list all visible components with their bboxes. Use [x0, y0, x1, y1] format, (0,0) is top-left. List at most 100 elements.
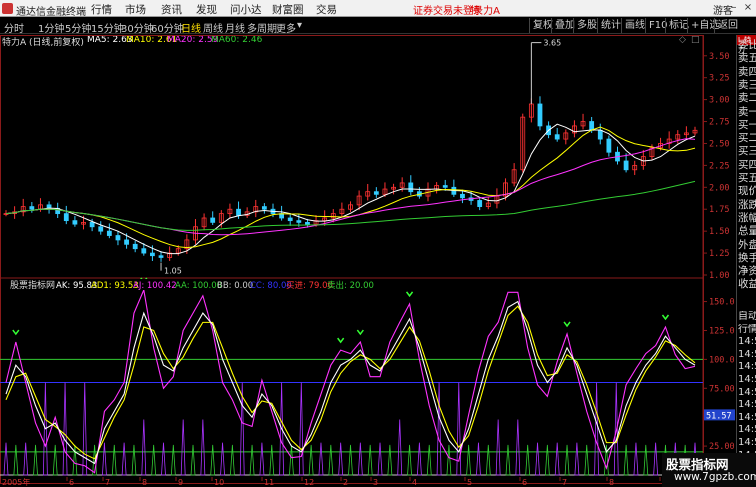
minimize-icon[interactable]: – [728, 2, 740, 14]
current-value-label: 51.57 [706, 411, 732, 421]
candle-body [210, 217, 216, 223]
close-icon[interactable]: × [742, 2, 754, 14]
candle-body [537, 103, 543, 127]
menu-trade[interactable]: 交易 [316, 2, 337, 17]
period-30min[interactable]: 30分钟 [121, 20, 154, 35]
date-axis-label: 7 [562, 478, 567, 487]
quote-field-label: 买一 [738, 118, 756, 131]
candle-body [477, 200, 483, 207]
quote-field-label: 委比 [738, 39, 756, 51]
signal-spike-purple [495, 419, 501, 476]
date-axis-label: 7 [105, 478, 110, 487]
candle-body [72, 220, 78, 225]
signal-spike-green [485, 444, 491, 476]
signal-spike-green [249, 444, 255, 476]
signal-spike-green [407, 444, 412, 476]
signal-spike-green [387, 444, 393, 476]
period-more[interactable]: 更多 [276, 20, 296, 35]
signal-spike-purple [121, 442, 127, 476]
draw-button[interactable]: 画线 [621, 18, 648, 33]
signal-spike-green [466, 444, 472, 476]
signal-spike-purple [338, 442, 344, 476]
quote-field-label: 涨跌 [738, 198, 756, 211]
indicator-header: 股票指标网 AK: 95.83AD1: 93.53AJ: 100.42AA: 10… [1, 279, 701, 291]
menu-wealth[interactable]: 财富圈 [272, 2, 304, 17]
period-5min[interactable]: 5分钟 [65, 20, 91, 35]
ind-axis-label: 100.0 [709, 355, 735, 365]
signal-spike-purple [161, 442, 166, 476]
period-15min[interactable]: 15分钟 [91, 20, 124, 35]
candle-body [63, 213, 69, 222]
signal-spike-purple [62, 382, 68, 476]
price-axis-label: 1.75 [709, 205, 729, 215]
price-axis-label: 1.50 [709, 227, 729, 237]
signal-spike-purple [397, 419, 403, 476]
kline-chart[interactable]: 3.65 1.05 3.50 3.25 3.00 2.75 2.50 2.25 2.00 1.7… [0, 35, 736, 487]
signal-spike-green [269, 444, 275, 476]
signal-spike-purple [298, 382, 304, 476]
date-axis-label: 12 [304, 478, 314, 487]
back-button[interactable]: 返回 [714, 18, 741, 33]
date-axis-label: 3 [373, 478, 378, 487]
quote-field-label: 收益 [738, 278, 756, 291]
candle-body [408, 182, 414, 193]
more-dropdown-icon[interactable]: ▾ [297, 20, 302, 31]
candle-body [287, 217, 293, 222]
period-timeshare[interactable]: 分时 [4, 20, 24, 35]
quote-field-label: 卖二 [738, 92, 756, 105]
menu-ask[interactable]: 问小达 [230, 2, 262, 17]
quote-field-label: 卖五 [738, 52, 756, 65]
candle-body [606, 138, 612, 153]
candle-body [150, 252, 155, 257]
period-monthly[interactable]: 月线 [225, 20, 245, 35]
tick-time-label: 14:5 [738, 411, 756, 423]
candle-body [29, 206, 35, 210]
signal-spike-purple [141, 419, 147, 476]
menu-market[interactable]: 行情 [91, 2, 112, 17]
date-axis-label: 8 [609, 478, 614, 487]
sell-arrow-icon [12, 329, 20, 336]
period-1min[interactable]: 1分钟 [38, 20, 64, 35]
sell-arrow-icon [563, 321, 571, 328]
signal-spike-green [308, 444, 314, 476]
candle-body [124, 239, 129, 245]
price-axis-label: 2.50 [709, 139, 729, 149]
date-axis-label: 6 [522, 478, 527, 487]
quote-field-label: 卖一 [738, 105, 756, 118]
signal-spike-purple [357, 442, 363, 476]
stats-button[interactable]: 统计 [597, 18, 624, 33]
price-panel: 3.65 1.05 [3, 39, 698, 276]
app-name: 通达信金融终端 [16, 7, 86, 18]
high-marker-label: 3.65 [543, 39, 561, 48]
quote-field-label: 换手 [738, 251, 756, 264]
signal-spike-green [289, 444, 294, 476]
period-60min[interactable]: 60分钟 [151, 20, 184, 35]
period-weekly[interactable]: 周线 [203, 20, 223, 35]
side-tab-label[interactable]: 行情 [738, 324, 756, 336]
menu-news[interactable]: 资讯 [161, 2, 182, 17]
menu-discover[interactable]: 发现 [196, 2, 217, 17]
signal-spike-green [229, 444, 235, 476]
menu-markets[interactable]: 市场 [125, 2, 146, 17]
candle-body [158, 255, 164, 258]
signal-spike-green [426, 444, 432, 476]
candle-body [236, 208, 241, 216]
signal-spike-green [643, 444, 649, 476]
multistock-button[interactable]: 多股 [573, 18, 600, 33]
signal-spike-green [564, 444, 570, 476]
date-axis-label: 9 [178, 478, 183, 487]
ind-axis-label: 150.0 [709, 298, 735, 308]
side-tab-label[interactable]: 自动 [738, 311, 756, 323]
title-bar: 通达信金融终端 行情 市场 资讯 发现 问小达 财富圈 交易 证券交易未登录 特… [0, 0, 756, 18]
signal-spike-purple [653, 442, 659, 476]
quote-side-panel: L 特力 委比 卖五 卖四 卖三 卖二 卖一 买一 买二 买三 买四 买五 现价 涨跌 涨幅 总量 外盘 换手净… [736, 35, 756, 487]
tick-time-label: 14:5 [738, 386, 756, 398]
period-daily[interactable]: 日线 [181, 20, 201, 35]
period-multi[interactable]: 多周期 [247, 20, 277, 35]
date-axis-label: 5 [467, 478, 472, 487]
date-axis-label: 2 [343, 478, 348, 487]
tick-time-label: 14:5 [738, 336, 756, 348]
tick-time-label: 14:5 [738, 399, 756, 411]
signal-spike-purple [515, 419, 521, 476]
candle-body [141, 248, 147, 254]
